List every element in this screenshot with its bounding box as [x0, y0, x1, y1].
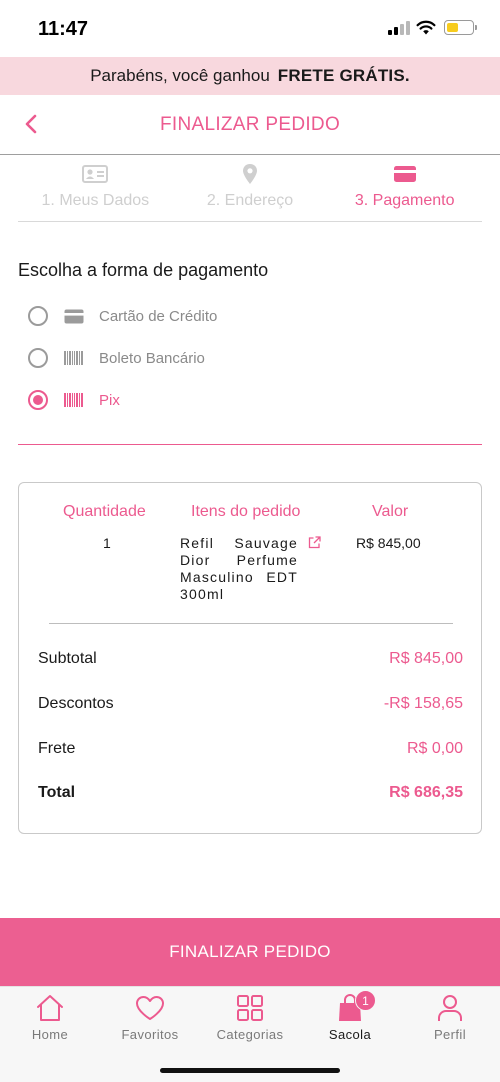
status-icons [388, 20, 477, 35]
discount-value: -R$ 158,65 [383, 695, 463, 712]
order-summary-card: Quantidade Itens do pedido Valor 1 Refil… [18, 482, 482, 834]
step-label: 3. Pagamento [354, 192, 455, 209]
subtotal-label: Subtotal [38, 650, 97, 667]
bottom-tab-bar: Home Favoritos Categorias 1 Sacola Perfi… [0, 986, 500, 1082]
credit-card-icon [64, 309, 84, 323]
tab-favoritos[interactable]: Favoritos [100, 993, 200, 1042]
card-divider [49, 623, 453, 624]
promo-highlight: FRETE GRÁTIS. [277, 66, 410, 85]
page-title: FINALIZAR PEDIDO [159, 114, 341, 135]
location-pin-icon [243, 164, 257, 184]
tab-label: Sacola [328, 1027, 372, 1042]
item-quantity: 1 [103, 535, 111, 551]
wifi-icon [416, 20, 436, 35]
nav-header: FINALIZAR PEDIDO [0, 95, 500, 155]
tab-label: Favoritos [121, 1027, 179, 1042]
promo-text: Parabéns, você ganhou [90, 66, 270, 85]
summary-discount: Descontos -R$ 158,65 [38, 695, 463, 713]
payment-option-pix[interactable]: Pix [28, 379, 468, 421]
summary-subtotal: Subtotal R$ 845,00 [38, 650, 463, 668]
subtotal-value: R$ 845,00 [389, 650, 463, 667]
payment-option-label: Boleto Bancário [99, 349, 205, 367]
status-time: 11:47 [38, 18, 89, 40]
cart-count-badge: 1 [355, 990, 376, 1011]
item-price: R$ 845,00 [356, 535, 421, 551]
user-icon [438, 995, 462, 1021]
radio-button[interactable] [28, 306, 48, 326]
header-items: Itens do pedido [191, 503, 301, 520]
payment-section-title: Escolha a forma de pagamento [18, 260, 269, 280]
step-meus-dados[interactable]: 1. Meus Dados [18, 162, 173, 221]
payment-option-label: Cartão de Crédito [99, 307, 218, 325]
grid-icon [237, 995, 263, 1021]
barcode-icon [64, 393, 83, 407]
barcode-icon [64, 351, 83, 365]
tab-sacola[interactable]: 1 Sacola [300, 990, 400, 1042]
payment-option-label: Pix [99, 391, 120, 409]
tab-label: Categorias [216, 1027, 284, 1042]
step-label: 1. Meus Dados [41, 192, 150, 209]
step-pagamento[interactable]: 3. Pagamento [327, 162, 482, 221]
checkout-steps: 1. Meus Dados 2. Endereço 3. Pagamento [18, 162, 482, 222]
cellular-signal-icon [388, 20, 410, 35]
finalize-order-button[interactable]: FINALIZAR PEDIDO [0, 918, 500, 986]
payment-option-boleto[interactable]: Boleto Bancário [28, 337, 468, 379]
step-label: 2. Endereço [206, 192, 294, 209]
header-value: Valor [372, 503, 409, 520]
tab-perfil[interactable]: Perfil [400, 993, 500, 1042]
home-icon [37, 995, 63, 1021]
tab-home[interactable]: Home [0, 993, 100, 1042]
summary-shipping: Frete R$ 0,00 [38, 740, 463, 758]
radio-button[interactable] [28, 390, 48, 410]
total-value: R$ 686,35 [389, 784, 463, 801]
promo-banner: Parabéns, você ganhou FRETE GRÁTIS. [0, 57, 500, 95]
summary-total: Total R$ 686,35 [38, 784, 463, 802]
tab-categorias[interactable]: Categorias [200, 993, 300, 1042]
payment-option-credit-card[interactable]: Cartão de Crédito [28, 295, 468, 337]
radio-button[interactable] [28, 348, 48, 368]
step-endereco[interactable]: 2. Endereço [173, 162, 328, 221]
home-indicator[interactable] [160, 1068, 340, 1073]
shipping-value: R$ 0,00 [406, 740, 463, 757]
total-label: Total [38, 784, 76, 801]
tab-label: Home [31, 1027, 69, 1042]
tab-label: Perfil [433, 1027, 467, 1042]
status-bar: 11:47 [0, 0, 500, 58]
credit-card-icon [393, 166, 416, 182]
payment-options: Cartão de Crédito Boleto Bancário Pix [28, 295, 468, 421]
external-link-icon[interactable] [308, 536, 321, 549]
shipping-label: Frete [38, 740, 76, 757]
header-quantity: Quantidade [63, 503, 146, 520]
battery-icon [444, 20, 477, 35]
item-name: Refil Sauvage Dior Perfume Masculino EDT… [180, 535, 298, 602]
id-card-icon [82, 165, 109, 183]
heart-icon [136, 996, 164, 1020]
section-divider [18, 444, 482, 445]
discount-label: Descontos [38, 695, 114, 712]
